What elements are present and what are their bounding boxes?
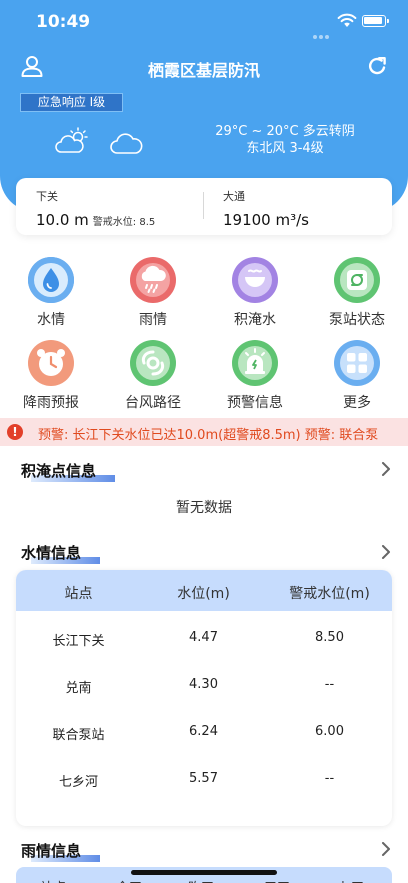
rain-section-title[interactable]: 雨情信息 xyxy=(21,840,100,862)
column-header: 七天 xyxy=(338,877,364,883)
menu-item-rain-forecast[interactable]: 降雨预报 xyxy=(11,340,91,412)
emergency-response-badge: 应急响应 I级 xyxy=(20,93,123,112)
ponding-bowl-icon xyxy=(232,257,278,303)
menu-label: 更多 xyxy=(343,395,371,411)
refresh-icon[interactable] xyxy=(366,55,388,77)
hydro-station-name: 大通 xyxy=(223,190,245,203)
menu-label: 泵站状态 xyxy=(329,312,385,328)
home-indicator[interactable] xyxy=(131,870,277,875)
rain-cloud-icon xyxy=(130,257,176,303)
station-name: 联合泵站 xyxy=(52,728,105,743)
cellular-signal-icon xyxy=(313,24,333,39)
status-bar: 10:49 xyxy=(0,0,408,46)
status-time: 10:49 xyxy=(36,12,91,32)
hydrology-card[interactable]: 下关 10.0 m 警戒水位: 8.5 大通 19100 m³/s xyxy=(16,178,392,235)
menu-item-typhoon-path[interactable]: 台风路径 xyxy=(113,340,193,412)
weather-wind: 东北风 3-4级 xyxy=(246,141,324,156)
water-drop-icon xyxy=(28,257,74,303)
column-header: 警戒水位(m) xyxy=(289,586,370,602)
more-grid-icon xyxy=(334,340,380,386)
table-row[interactable]: 兑南 4.30 -- xyxy=(16,663,392,709)
column-header: 今天 xyxy=(116,877,142,883)
warning-level: 8.50 xyxy=(315,630,344,645)
hydro-station-value: 19100 m³/s xyxy=(223,211,309,229)
table-row[interactable]: 七乡河 5.57 -- xyxy=(16,757,392,803)
warning-ticker-text: 预警: 长江下关水位已达10.0m(超警戒8.5m) 预警: 联合泵 xyxy=(38,428,379,443)
warning-light-icon xyxy=(232,340,278,386)
menu-item-water[interactable]: 水情 xyxy=(11,257,91,329)
station-name: 兑南 xyxy=(65,681,92,696)
weather-info: 29°C ~ 20°C 多云转阴 东北风 3-4级 xyxy=(197,123,373,157)
hydro-station-value: 10.0 m 警戒水位: 8.5 xyxy=(36,211,156,229)
alarm-clock-icon xyxy=(28,340,74,386)
menu-label: 台风路径 xyxy=(125,395,181,411)
water-table: 站点 水位(m) 警戒水位(m) 长江下关 4.47 8.50 兑南 4.30 … xyxy=(16,570,392,826)
hydro-station-name: 下关 xyxy=(36,190,58,203)
hydro-warning-level: 警戒水位: 8.5 xyxy=(92,217,156,228)
menu-label: 降雨预报 xyxy=(23,395,79,411)
menu-label: 预警信息 xyxy=(227,395,283,411)
station-name: 七乡河 xyxy=(58,775,98,790)
chevron-right-icon[interactable] xyxy=(379,545,393,559)
wifi-icon xyxy=(337,13,357,27)
divider xyxy=(203,192,204,219)
menu-item-rain[interactable]: 雨情 xyxy=(113,257,193,329)
table-row[interactable]: 联合泵站 6.24 6.00 xyxy=(16,710,392,756)
menu-item-more[interactable]: 更多 xyxy=(317,340,397,412)
warning-level: -- xyxy=(324,677,335,692)
menu-label: 积淹水 xyxy=(234,312,276,328)
cloudy-icon xyxy=(110,133,143,154)
water-section-title[interactable]: 水情信息 xyxy=(21,542,100,564)
chevron-right-icon[interactable] xyxy=(379,842,393,856)
column-header: 昨天 xyxy=(188,877,214,883)
column-header: 站点 xyxy=(40,877,66,883)
partly-cloudy-icon xyxy=(55,127,88,153)
menu-item-ponding[interactable]: 积淹水 xyxy=(215,257,295,329)
station-name: 长江下关 xyxy=(52,634,105,649)
ponding-section-title[interactable]: 积淹点信息 xyxy=(21,460,115,482)
chevron-right-icon[interactable] xyxy=(379,462,393,476)
table-row[interactable]: 长江下关 4.47 8.50 xyxy=(16,616,392,662)
column-header: 站点 xyxy=(64,586,93,602)
alert-icon: ! xyxy=(7,424,23,440)
menu-item-pump-status[interactable]: 泵站状态 xyxy=(317,257,397,329)
weather-temperature: 29°C ~ 20°C 多云转阴 xyxy=(215,124,355,139)
table-header: 站点 水位(m) 警戒水位(m) xyxy=(16,570,392,611)
water-level: 5.57 xyxy=(189,771,218,786)
page-title: 栖霞区基层防汛 xyxy=(147,61,260,80)
warning-level: -- xyxy=(324,771,335,786)
water-level: 4.30 xyxy=(189,677,218,692)
menu-item-warning-info[interactable]: 预警信息 xyxy=(215,340,295,412)
warning-level: 6.00 xyxy=(315,724,344,739)
water-level: 4.47 xyxy=(189,630,218,645)
water-level: 6.24 xyxy=(189,724,218,739)
menu-label: 水情 xyxy=(37,312,65,328)
column-header: 水位(m) xyxy=(177,586,230,602)
ponding-empty-text: 暂无数据 xyxy=(176,500,232,516)
menu-label: 雨情 xyxy=(139,312,167,328)
battery-icon xyxy=(362,15,389,27)
column-header: 三天 xyxy=(264,877,290,883)
typhoon-icon xyxy=(130,340,176,386)
warning-ticker[interactable]: ! 预警: 长江下关水位已达10.0m(超警戒8.5m) 预警: 联合泵 xyxy=(0,418,408,446)
pump-icon xyxy=(334,257,380,303)
